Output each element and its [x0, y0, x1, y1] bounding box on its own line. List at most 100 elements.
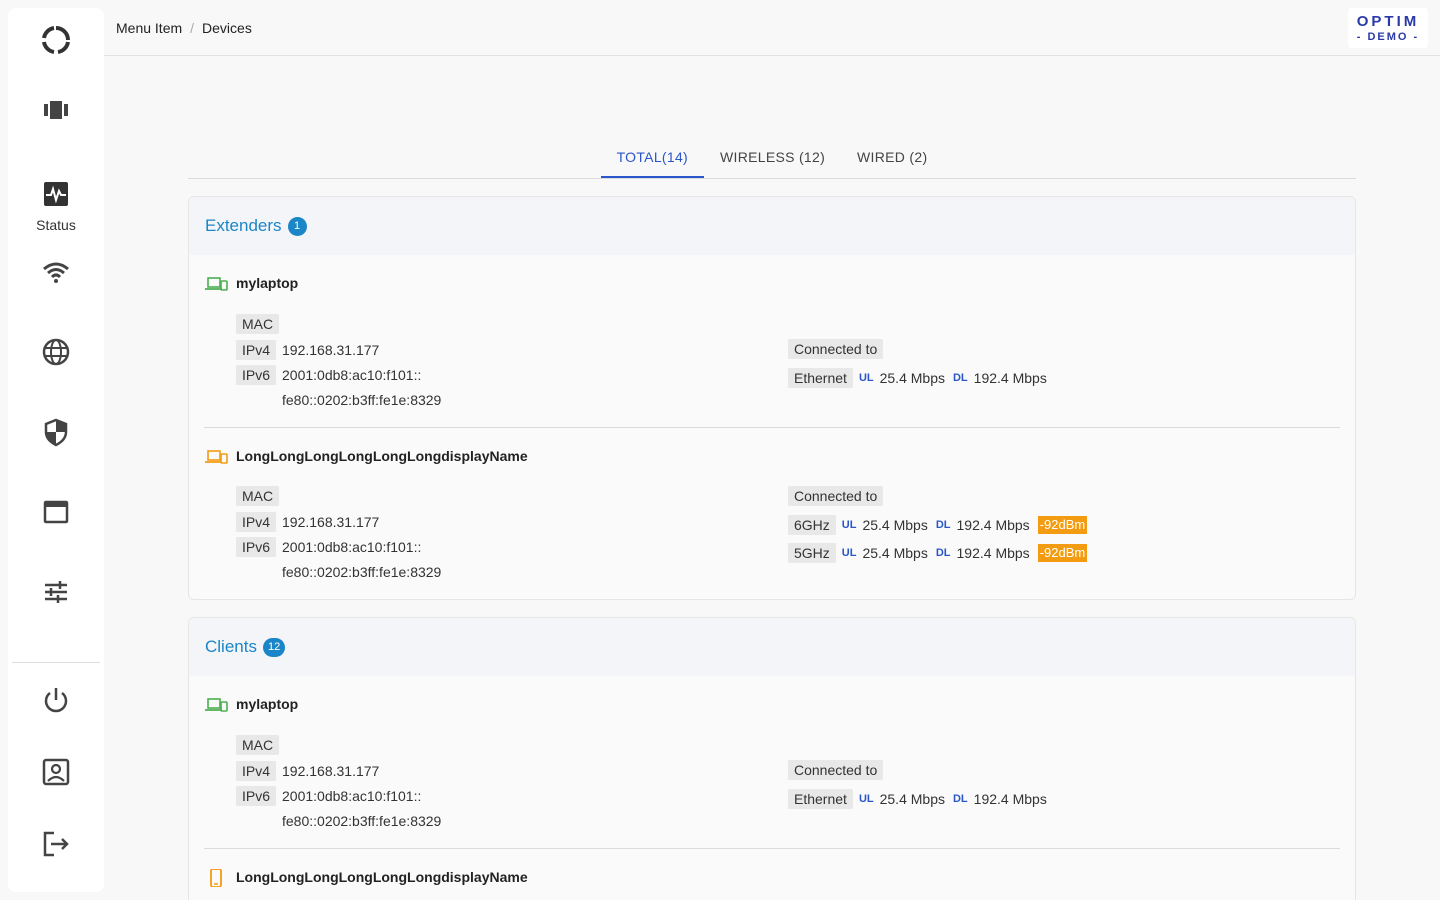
brand-logo: OPTIM - DEMO - [1348, 8, 1428, 48]
clients-section: Clients 12 mylaptop MAC IPv4 192.168.31.… [188, 617, 1356, 900]
ipv6-value: 2001:0db8:ac10:f101:: [282, 367, 422, 383]
dl-label: DL [952, 793, 968, 805]
sidebar-divider [12, 662, 100, 663]
rssi-badge: -92dBm [1037, 544, 1088, 562]
device-card[interactable]: mylaptop MAC IPv4 192.168.31.177 IPv6 20… [204, 676, 1340, 849]
rssi-badge: -92dBm [1037, 516, 1088, 534]
sidebar-item-window[interactable] [8, 484, 104, 540]
globe-icon [42, 338, 70, 366]
ipv4-label: IPv4 [236, 512, 277, 532]
account-box-icon [42, 758, 70, 786]
ipv4-row: IPv4 192.168.31.177 [236, 761, 379, 781]
ipv4-value: 192.168.31.177 [282, 514, 380, 530]
sidebar-item-wifi[interactable] [8, 244, 104, 300]
sidebar-item-label: Status [36, 217, 76, 233]
carousel-icon [44, 101, 68, 119]
dl-value: 192.4 Mbps [956, 545, 1030, 561]
link-type: Ethernet [788, 368, 853, 388]
ipv6-row: IPv6 2001:0db8:ac10:f101:: [236, 786, 421, 806]
link-row: Ethernet UL 25.4 Mbps DL 192.4 Mbps [788, 789, 1047, 809]
dl-value: 192.4 Mbps [973, 791, 1047, 807]
sidebar-item-account[interactable] [8, 744, 104, 800]
ul-value: 25.4 Mbps [862, 545, 928, 561]
ipv6-row: IPv6 2001:0db8:ac10:f101:: [236, 365, 421, 385]
ipv6-value-2: fe80::0202:b3ff:fe1e:8329 [282, 564, 442, 580]
power-icon [44, 688, 68, 713]
logo-line2: - DEMO - [1356, 31, 1420, 43]
device-card[interactable]: LongLongLongLongLongLongdisplayName MAC … [204, 428, 1340, 599]
connected-row: Connected to [788, 760, 884, 780]
sidebar-item-power[interactable] [8, 672, 104, 728]
ul-label: UL [858, 372, 874, 384]
ipv4-value: 192.168.31.177 [282, 763, 380, 779]
ipv4-row: IPv4 192.168.31.177 [236, 512, 379, 532]
extenders-section: Extenders 1 mylaptop MAC IPv4 192.168.31… [188, 196, 1356, 600]
activity-monitor-icon [44, 182, 68, 206]
connected-row: Connected to [788, 486, 884, 506]
breadcrumb-root[interactable]: Menu Item [116, 20, 182, 36]
count-badge: 12 [262, 637, 286, 657]
ipv6-row: IPv6 2001:0db8:ac10:f101:: [236, 537, 421, 557]
device-filter-tabs: TOTAL(14) WIRELESS (12) WIRED (2) [188, 136, 1356, 179]
ul-label: UL [841, 519, 857, 531]
breadcrumb: Menu Item / Devices [116, 20, 252, 36]
breadcrumb-current: Devices [202, 20, 252, 36]
ul-label: UL [858, 793, 874, 805]
tab-total[interactable]: TOTAL(14) [600, 136, 704, 178]
ipv6-value-2: fe80::0202:b3ff:fe1e:8329 [282, 392, 442, 408]
logo-line1: OPTIM [1356, 13, 1420, 30]
ipv6-row-2: fe80::0202:b3ff:fe1e:8329 [282, 564, 441, 580]
sidebar-logo[interactable] [8, 12, 104, 68]
count-badge: 1 [287, 216, 307, 236]
connected-label: Connected to [788, 486, 884, 506]
mac-label: MAC [236, 486, 280, 506]
ipv4-label: IPv4 [236, 340, 277, 360]
device-name[interactable]: LongLongLongLongLongLongdisplayName [236, 448, 528, 464]
sidebar-item-settings[interactable] [8, 564, 104, 620]
ipv4-row: IPv4 192.168.31.177 [236, 340, 379, 360]
device-name[interactable]: mylaptop [236, 696, 298, 712]
topbar: Menu Item / Devices OPTIM - DEMO - [104, 0, 1440, 56]
laptop-icon [205, 450, 228, 464]
device-name[interactable]: LongLongLongLongLongLongdisplayName [236, 869, 528, 885]
mac-row: MAC [236, 314, 280, 334]
link-row-6ghz: 6GHz UL 25.4 Mbps DL 192.4 Mbps -92dBm [788, 515, 1088, 535]
sidebar-item-internet[interactable] [8, 324, 104, 380]
ul-label: UL [841, 547, 857, 559]
ipv6-value: 2001:0db8:ac10:f101:: [282, 539, 422, 555]
tab-wired[interactable]: WIRED (2) [841, 136, 943, 178]
dl-label: DL [952, 372, 968, 384]
breadcrumb-separator: / [190, 20, 195, 36]
ipv6-label: IPv6 [236, 537, 277, 557]
device-card[interactable]: mylaptop MAC IPv4 192.168.31.177 IPv6 20… [204, 255, 1340, 428]
sidebar-item-devices[interactable] [8, 82, 104, 138]
ipv6-value: 2001:0db8:ac10:f101:: [282, 788, 422, 804]
device-name[interactable]: mylaptop [236, 275, 298, 291]
sidebar-item-logout[interactable] [8, 816, 104, 872]
tab-wireless[interactable]: WIRELESS (12) [704, 136, 841, 178]
ul-value: 25.4 Mbps [862, 517, 928, 533]
dl-label: DL [935, 547, 951, 559]
section-title: Extenders [205, 216, 282, 235]
brand-ring-icon [42, 26, 70, 54]
connected-label: Connected to [788, 339, 884, 359]
mac-row: MAC [236, 486, 280, 506]
window-icon [43, 500, 69, 524]
sidebar-item-status[interactable]: Status [8, 174, 104, 238]
dl-value: 192.4 Mbps [973, 370, 1047, 386]
dl-value: 192.4 Mbps [956, 517, 1030, 533]
ipv6-label: IPv6 [236, 365, 277, 385]
sidebar-item-security[interactable] [8, 404, 104, 460]
sliders-icon [45, 581, 67, 603]
ipv4-value: 192.168.31.177 [282, 342, 380, 358]
ul-value: 25.4 Mbps [879, 370, 945, 386]
ipv4-label: IPv4 [236, 761, 277, 781]
device-card[interactable]: LongLongLongLongLongLongdisplayName [204, 849, 1340, 900]
link-type: 6GHz [788, 515, 836, 535]
section-header: Clients 12 [189, 618, 1355, 676]
link-row: Ethernet UL 25.4 Mbps DL 192.4 Mbps [788, 368, 1047, 388]
laptop-icon [205, 698, 228, 712]
section-title: Clients [205, 637, 257, 656]
ipv6-row-2: fe80::0202:b3ff:fe1e:8329 [282, 813, 441, 829]
connected-label: Connected to [788, 760, 884, 780]
